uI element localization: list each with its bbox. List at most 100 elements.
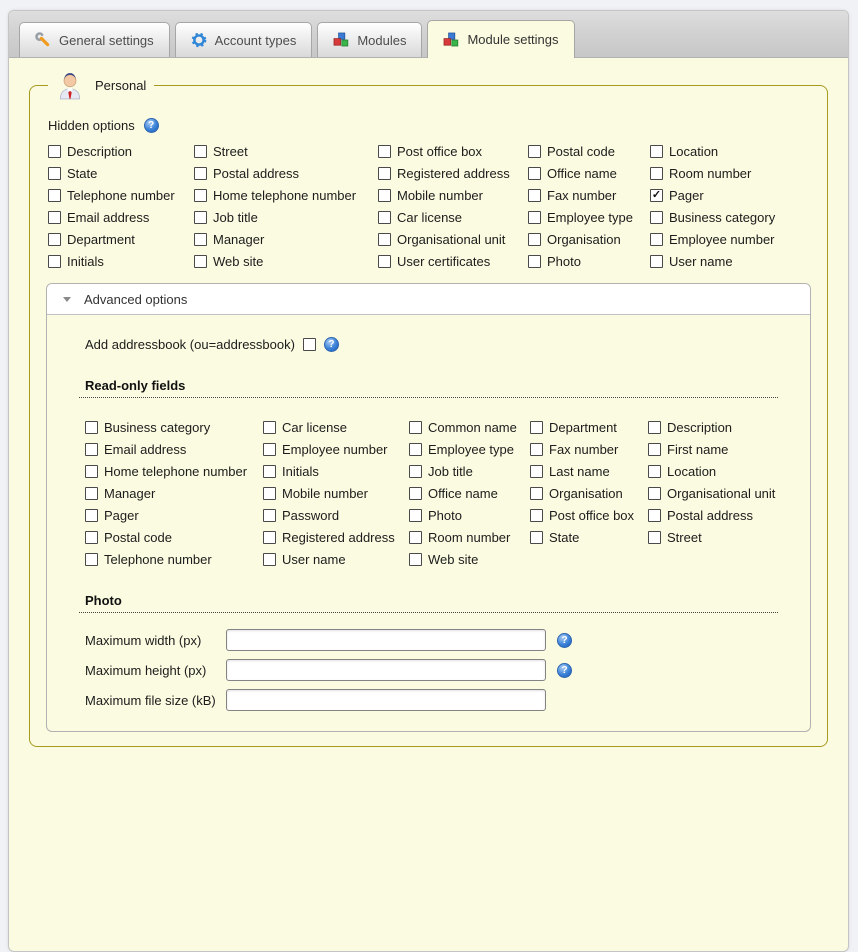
checkbox-option[interactable]: Postal address [648,508,775,523]
checkbox-option[interactable]: Job title [409,464,530,479]
checkbox-option[interactable]: Last name [530,464,648,479]
checkbox-option[interactable]: Fax number [530,442,648,457]
checkbox-option[interactable]: Organisation [528,232,650,247]
tab-general-settings[interactable]: General settings [19,22,170,57]
help-icon[interactable]: ? [557,633,572,648]
checkbox-option[interactable]: Postal address [194,166,378,181]
checkbox-option[interactable]: Mobile number [378,188,528,203]
checkbox-option[interactable]: Organisational unit [378,232,528,247]
checkbox[interactable] [650,189,663,202]
checkbox[interactable] [530,421,543,434]
checkbox-option[interactable]: Business category [85,420,263,435]
checkbox[interactable] [378,145,391,158]
checkbox[interactable] [528,189,541,202]
help-icon[interactable]: ? [144,118,159,133]
checkbox[interactable] [378,167,391,180]
checkbox-option[interactable]: Employee type [409,442,530,457]
checkbox[interactable] [48,145,61,158]
checkbox[interactable] [648,531,661,544]
help-icon[interactable]: ? [324,337,339,352]
checkbox-option[interactable]: Employee type [528,210,650,225]
checkbox[interactable] [378,255,391,268]
checkbox[interactable] [650,255,663,268]
checkbox[interactable] [85,531,98,544]
checkbox[interactable] [194,255,207,268]
checkbox-option[interactable]: Manager [194,232,378,247]
checkbox-option[interactable]: Street [648,530,775,545]
addressbook-checkbox[interactable] [303,338,316,351]
checkbox-option[interactable]: Description [48,144,194,159]
checkbox[interactable] [48,167,61,180]
checkbox-option[interactable]: Email address [85,442,263,457]
checkbox-option[interactable]: Office name [409,486,530,501]
checkbox[interactable] [194,145,207,158]
checkbox-option[interactable]: Initials [263,464,409,479]
checkbox-option[interactable]: Fax number [528,188,650,203]
checkbox[interactable] [648,509,661,522]
checkbox-option[interactable]: Description [648,420,775,435]
checkbox[interactable] [530,531,543,544]
checkbox[interactable] [48,189,61,202]
checkbox[interactable] [409,553,422,566]
checkbox-option[interactable]: State [530,530,648,545]
checkbox[interactable] [409,443,422,456]
maximum-file-size-kb-input[interactable] [226,689,546,711]
checkbox[interactable] [194,189,207,202]
checkbox-option[interactable]: Photo [528,254,650,269]
checkbox-option[interactable]: Business category [650,210,775,225]
checkbox[interactable] [263,509,276,522]
checkbox[interactable] [48,233,61,246]
checkbox[interactable] [85,509,98,522]
checkbox[interactable] [378,189,391,202]
checkbox-option[interactable]: Office name [528,166,650,181]
checkbox-option[interactable]: Telephone number [85,552,263,567]
checkbox[interactable] [650,145,663,158]
checkbox-option[interactable]: Initials [48,254,194,269]
checkbox-option[interactable]: Home telephone number [85,464,263,479]
checkbox-option[interactable]: Manager [85,486,263,501]
checkbox[interactable] [263,487,276,500]
advanced-options-toggle[interactable]: Advanced options [47,284,810,315]
maximum-height-px-input[interactable] [226,659,546,681]
checkbox-option[interactable]: Email address [48,210,194,225]
checkbox[interactable] [528,167,541,180]
checkbox-option[interactable]: Postal code [528,144,650,159]
checkbox[interactable] [263,553,276,566]
checkbox[interactable] [48,211,61,224]
checkbox[interactable] [528,255,541,268]
checkbox-option[interactable]: Location [648,464,775,479]
checkbox-option[interactable]: Pager [650,188,775,203]
checkbox-option[interactable]: User name [650,254,775,269]
checkbox-option[interactable]: Job title [194,210,378,225]
checkbox-option[interactable]: Location [650,144,775,159]
checkbox-option[interactable]: Room number [409,530,530,545]
checkbox-option[interactable]: Registered address [378,166,528,181]
checkbox[interactable] [409,531,422,544]
checkbox-option[interactable]: Common name [409,420,530,435]
checkbox[interactable] [409,509,422,522]
checkbox-option[interactable]: Pager [85,508,263,523]
checkbox[interactable] [194,167,207,180]
checkbox-option[interactable]: Car license [263,420,409,435]
checkbox-option[interactable]: Room number [650,166,775,181]
checkbox[interactable] [650,211,663,224]
checkbox-option[interactable]: Street [194,144,378,159]
tab-modules[interactable]: Modules [317,22,422,57]
checkbox[interactable] [648,465,661,478]
checkbox-option[interactable]: Department [48,232,194,247]
checkbox-option[interactable]: Telephone number [48,188,194,203]
checkbox[interactable] [194,233,207,246]
checkbox[interactable] [528,145,541,158]
checkbox[interactable] [85,553,98,566]
checkbox[interactable] [85,443,98,456]
checkbox[interactable] [263,531,276,544]
checkbox[interactable] [530,487,543,500]
checkbox[interactable] [409,487,422,500]
checkbox[interactable] [530,443,543,456]
checkbox-option[interactable]: Photo [409,508,530,523]
checkbox[interactable] [648,443,661,456]
checkbox-option[interactable]: Web site [409,552,530,567]
checkbox[interactable] [194,211,207,224]
checkbox[interactable] [85,487,98,500]
checkbox-option[interactable]: Post office box [378,144,528,159]
